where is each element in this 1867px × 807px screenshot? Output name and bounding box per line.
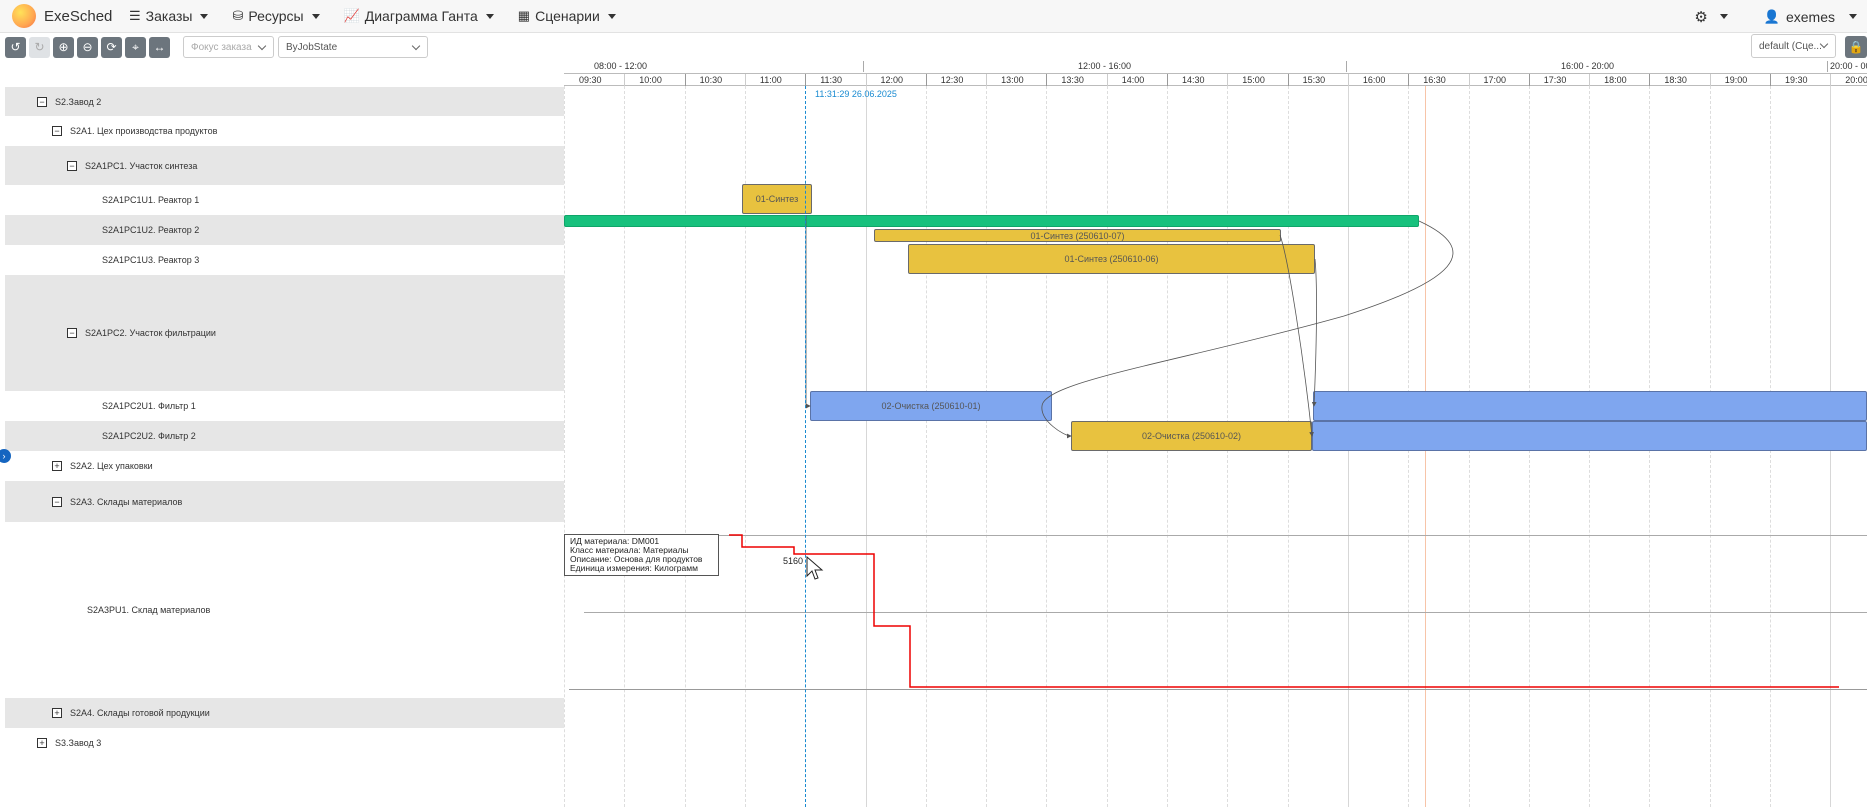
expand-toggle[interactable]: + bbox=[37, 738, 47, 748]
mouse-cursor-icon bbox=[806, 556, 824, 580]
tree-node-production-shop[interactable]: − S2A1. Цех производства продуктов bbox=[5, 116, 564, 146]
redo-button[interactable]: ↻ bbox=[29, 36, 50, 58]
menu-orders-label: Заказы bbox=[145, 8, 193, 24]
zoom-out-icon: ⊖ bbox=[82, 40, 93, 54]
tree-node-plant-2[interactable]: − S2.Завод 2 bbox=[5, 87, 564, 116]
tree-node-label: S3.Завод 3 bbox=[55, 738, 102, 748]
menu-orders[interactable]: ☰ Заказы bbox=[129, 8, 209, 24]
order-focus-select[interactable]: Фокус заказа bbox=[183, 36, 274, 58]
gear-icon: ⚙ bbox=[1694, 8, 1708, 26]
refresh-button[interactable]: ⟳ bbox=[101, 36, 122, 58]
tree-node-label: S2A4. Склады готовой продукции bbox=[70, 708, 210, 718]
tree-node-filter-2[interactable]: S2A1PC2U2. Фильтр 2 bbox=[5, 421, 564, 451]
list-icon: ☰ bbox=[129, 8, 141, 23]
crosshair-icon: ⌖ bbox=[132, 39, 139, 54]
order-focus-value: Фокус заказа bbox=[191, 41, 252, 53]
tree-node-filtration-area[interactable]: − S2A1PC2. Участок фильтрации bbox=[5, 275, 564, 391]
tree-node-label: S2A1PC1U2. Реактор 2 bbox=[102, 225, 200, 235]
gantt-toolbar: ↺ ↻ ⊕ ⊖ ⟳ ⌖ ↔ Фокус заказа ByJobState de… bbox=[0, 33, 1867, 61]
tree-node-label: S2A3PU1. Склад материалов bbox=[87, 605, 211, 615]
tree-node-label: S2A3. Склады материалов bbox=[70, 496, 183, 507]
chevron-down-icon bbox=[607, 13, 616, 19]
tree-node-finished-goods-warehouses[interactable]: + S2A4. Склады готовой продукции bbox=[5, 698, 564, 728]
tree-node-material-warehouse[interactable]: S2A3PU1. Склад материалов bbox=[5, 522, 564, 698]
tree-node-synthesis-area[interactable]: − S2A1PC1. Участок синтеза bbox=[5, 146, 564, 185]
zoom-in-icon: ⊕ bbox=[58, 40, 69, 54]
lock-button[interactable]: 🔒 bbox=[1845, 36, 1867, 58]
chevron-down-icon bbox=[257, 41, 267, 51]
stock-level-chart bbox=[729, 534, 1839, 688]
collapse-toggle[interactable]: − bbox=[67, 160, 77, 171]
collapse-toggle[interactable]: − bbox=[52, 496, 62, 507]
chevron-down-icon bbox=[1849, 14, 1857, 19]
scenario-select[interactable]: default (Сце... bbox=[1751, 34, 1836, 58]
tree-node-plant-3[interactable]: + S3.Завод 3 bbox=[5, 728, 564, 758]
brand[interactable]: ExeSched bbox=[12, 4, 119, 28]
user-name: exemes bbox=[1785, 8, 1835, 25]
collapse-toggle[interactable]: − bbox=[67, 328, 77, 338]
tree-node-material-warehouses[interactable]: − S2A3. Склады материалов bbox=[5, 481, 564, 522]
tree-node-label: S2A1PC1. Участок синтеза bbox=[85, 160, 198, 171]
current-time-label: 11:31:29 26.06.2025 bbox=[815, 89, 897, 99]
tree-node-label: S2A1PC1U1. Реактор 1 bbox=[102, 195, 200, 205]
gantt-chart: 08:00 - 12:00 12:00 - 16:00 16:00 - 20:0… bbox=[564, 61, 1867, 807]
menu-resources-label: Ресурсы bbox=[248, 8, 304, 24]
undo-button[interactable]: ↺ bbox=[5, 36, 26, 58]
chart-line-icon: 📈 bbox=[343, 8, 360, 23]
menu-scenarios-label: Сценарии bbox=[535, 8, 600, 24]
menu-gantt[interactable]: 📈 Диаграмма Ганта bbox=[344, 8, 494, 24]
lock-icon: 🔒 bbox=[1848, 40, 1864, 54]
color-mode-select[interactable]: ByJobState bbox=[278, 36, 428, 58]
menu-scenarios[interactable]: ▦ Сценарии bbox=[518, 8, 616, 24]
collapse-toggle[interactable]: − bbox=[37, 96, 47, 107]
user-icon: 👤 bbox=[1763, 8, 1780, 24]
material-tooltip: ИД материала: DM001 Класс материала: Мат… bbox=[564, 534, 719, 576]
chevron-down-icon bbox=[411, 41, 421, 51]
color-mode-value: ByJobState bbox=[286, 41, 338, 53]
center-now-button[interactable]: ⌖ bbox=[125, 36, 146, 58]
settings-menu[interactable]: ⚙ bbox=[1694, 8, 1728, 26]
tree-node-reactor-3[interactable]: S2A1PC1U3. Реактор 3 bbox=[5, 245, 564, 275]
expand-toggle[interactable]: + bbox=[52, 461, 62, 471]
menu-gantt-label: Диаграмма Ганта bbox=[364, 8, 478, 24]
top-navbar: ExeSched ☰ Заказы ⛁ Ресурсы 📈 Диаграмма … bbox=[0, 0, 1867, 33]
app-logo bbox=[12, 4, 36, 28]
redo-icon: ↻ bbox=[34, 40, 45, 54]
tree-node-label: S2A1PC1U3. Реактор 3 bbox=[102, 255, 200, 265]
chevron-down-icon bbox=[485, 13, 494, 19]
user-menu[interactable]: 👤 exemes bbox=[1764, 9, 1857, 25]
tree-node-label: S2A1PC2. Участок фильтрации bbox=[85, 328, 216, 338]
fit-width-button[interactable]: ↔ bbox=[149, 36, 170, 58]
expand-toggle[interactable]: + bbox=[52, 708, 62, 718]
current-time-line bbox=[805, 86, 806, 807]
database-icon: ⛁ bbox=[232, 8, 244, 23]
tree-node-label: S2.Завод 2 bbox=[55, 96, 102, 107]
undo-icon: ↺ bbox=[10, 40, 21, 54]
tree-node-label: S2A1PC2U1. Фильтр 1 bbox=[102, 401, 196, 411]
stock-value-label: 5160 bbox=[783, 556, 804, 566]
chevron-down-icon bbox=[311, 13, 320, 19]
chevron-right-icon: › bbox=[2, 451, 6, 461]
chevron-down-icon bbox=[200, 13, 209, 19]
tree-node-label: S2A1PC2U2. Фильтр 2 bbox=[102, 431, 196, 441]
tooltip-line: Единица измерения: Килограмм bbox=[570, 563, 698, 573]
tree-node-reactor-1[interactable]: S2A1PC1U1. Реактор 1 bbox=[5, 185, 564, 215]
chevron-down-icon bbox=[1719, 14, 1728, 19]
collapse-toggle[interactable]: − bbox=[52, 126, 62, 136]
refresh-icon: ⟳ bbox=[106, 40, 117, 54]
zoom-in-button[interactable]: ⊕ bbox=[53, 36, 74, 58]
tree-node-label: S2A2. Цех упаковки bbox=[70, 461, 153, 471]
tree-node-reactor-2[interactable]: S2A1PC1U2. Реактор 2 bbox=[5, 215, 564, 245]
tree-node-filter-1[interactable]: S2A1PC2U1. Фильтр 1 bbox=[5, 391, 564, 421]
zoom-out-button[interactable]: ⊖ bbox=[77, 36, 98, 58]
tree-node-packaging-shop[interactable]: + S2A2. Цех упаковки bbox=[5, 451, 564, 481]
fit-width-icon: ↔ bbox=[153, 40, 166, 54]
stock-level-line bbox=[729, 534, 1839, 688]
app-name: ExeSched bbox=[44, 7, 113, 25]
table-icon: ▦ bbox=[517, 8, 531, 23]
menu-resources[interactable]: ⛁ Ресурсы bbox=[232, 8, 320, 24]
tree-node-label: S2A1. Цех производства продуктов bbox=[70, 126, 218, 136]
scenario-value: default (Сце... bbox=[1759, 40, 1822, 52]
